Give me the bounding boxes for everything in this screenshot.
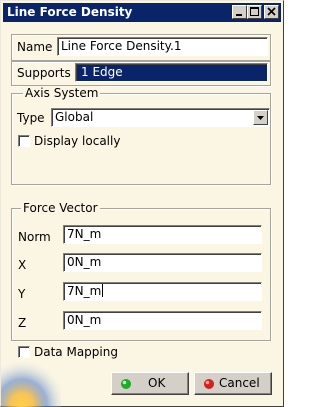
type-value: Global xyxy=(55,110,94,124)
name-label: Name xyxy=(17,40,53,54)
chevron-down-icon xyxy=(257,116,264,120)
maximize-button[interactable] xyxy=(247,5,262,19)
x-label: X xyxy=(18,258,27,272)
y-value: 7N_m xyxy=(67,284,102,298)
close-button[interactable] xyxy=(264,5,279,19)
name-input[interactable]: Line Force Density.1 xyxy=(57,37,268,56)
axis-system-title: Axis System xyxy=(23,86,101,100)
norm-input[interactable]: 7N_m xyxy=(63,225,262,244)
cancel-label: Cancel xyxy=(219,376,260,390)
text-cursor xyxy=(102,284,104,297)
force-vector-title: Force Vector xyxy=(21,201,100,215)
display-locally-label: Display locally xyxy=(34,134,121,148)
window-title: Line Force Density xyxy=(7,5,133,19)
x-value: 0N_m xyxy=(67,255,102,269)
y-input[interactable]: 7N_m xyxy=(63,282,262,301)
type-label: Type xyxy=(17,111,45,125)
dropdown-button[interactable] xyxy=(253,110,268,125)
z-label: Z xyxy=(18,316,27,330)
minimize-button[interactable] xyxy=(232,5,247,19)
name-value: Line Force Density.1 xyxy=(61,39,182,53)
norm-label: Norm xyxy=(18,230,51,244)
type-dropdown[interactable]: Global xyxy=(51,108,270,127)
close-icon xyxy=(267,7,276,16)
dialog-window: Line Force Density Name Line Force Densi… xyxy=(0,0,284,407)
cancel-icon xyxy=(204,379,214,389)
ok-icon xyxy=(121,379,131,389)
supports-input[interactable]: 1 Edge xyxy=(75,63,268,82)
decorative-glow-icon xyxy=(1,346,61,407)
supports-value: 1 Edge xyxy=(81,65,123,79)
display-locally-checkbox[interactable] xyxy=(18,135,30,147)
norm-value: 7N_m xyxy=(67,227,102,241)
y-label: Y xyxy=(18,287,26,301)
ok-label: OK xyxy=(148,376,166,390)
z-input[interactable]: 0N_m xyxy=(63,311,262,330)
minimize-icon xyxy=(236,14,242,16)
ok-button[interactable]: OK xyxy=(111,372,189,395)
z-value: 0N_m xyxy=(67,313,102,327)
supports-label: Supports xyxy=(17,66,71,80)
maximize-icon xyxy=(250,7,259,16)
x-input[interactable]: 0N_m xyxy=(63,253,262,272)
cancel-button[interactable]: Cancel xyxy=(194,372,272,395)
